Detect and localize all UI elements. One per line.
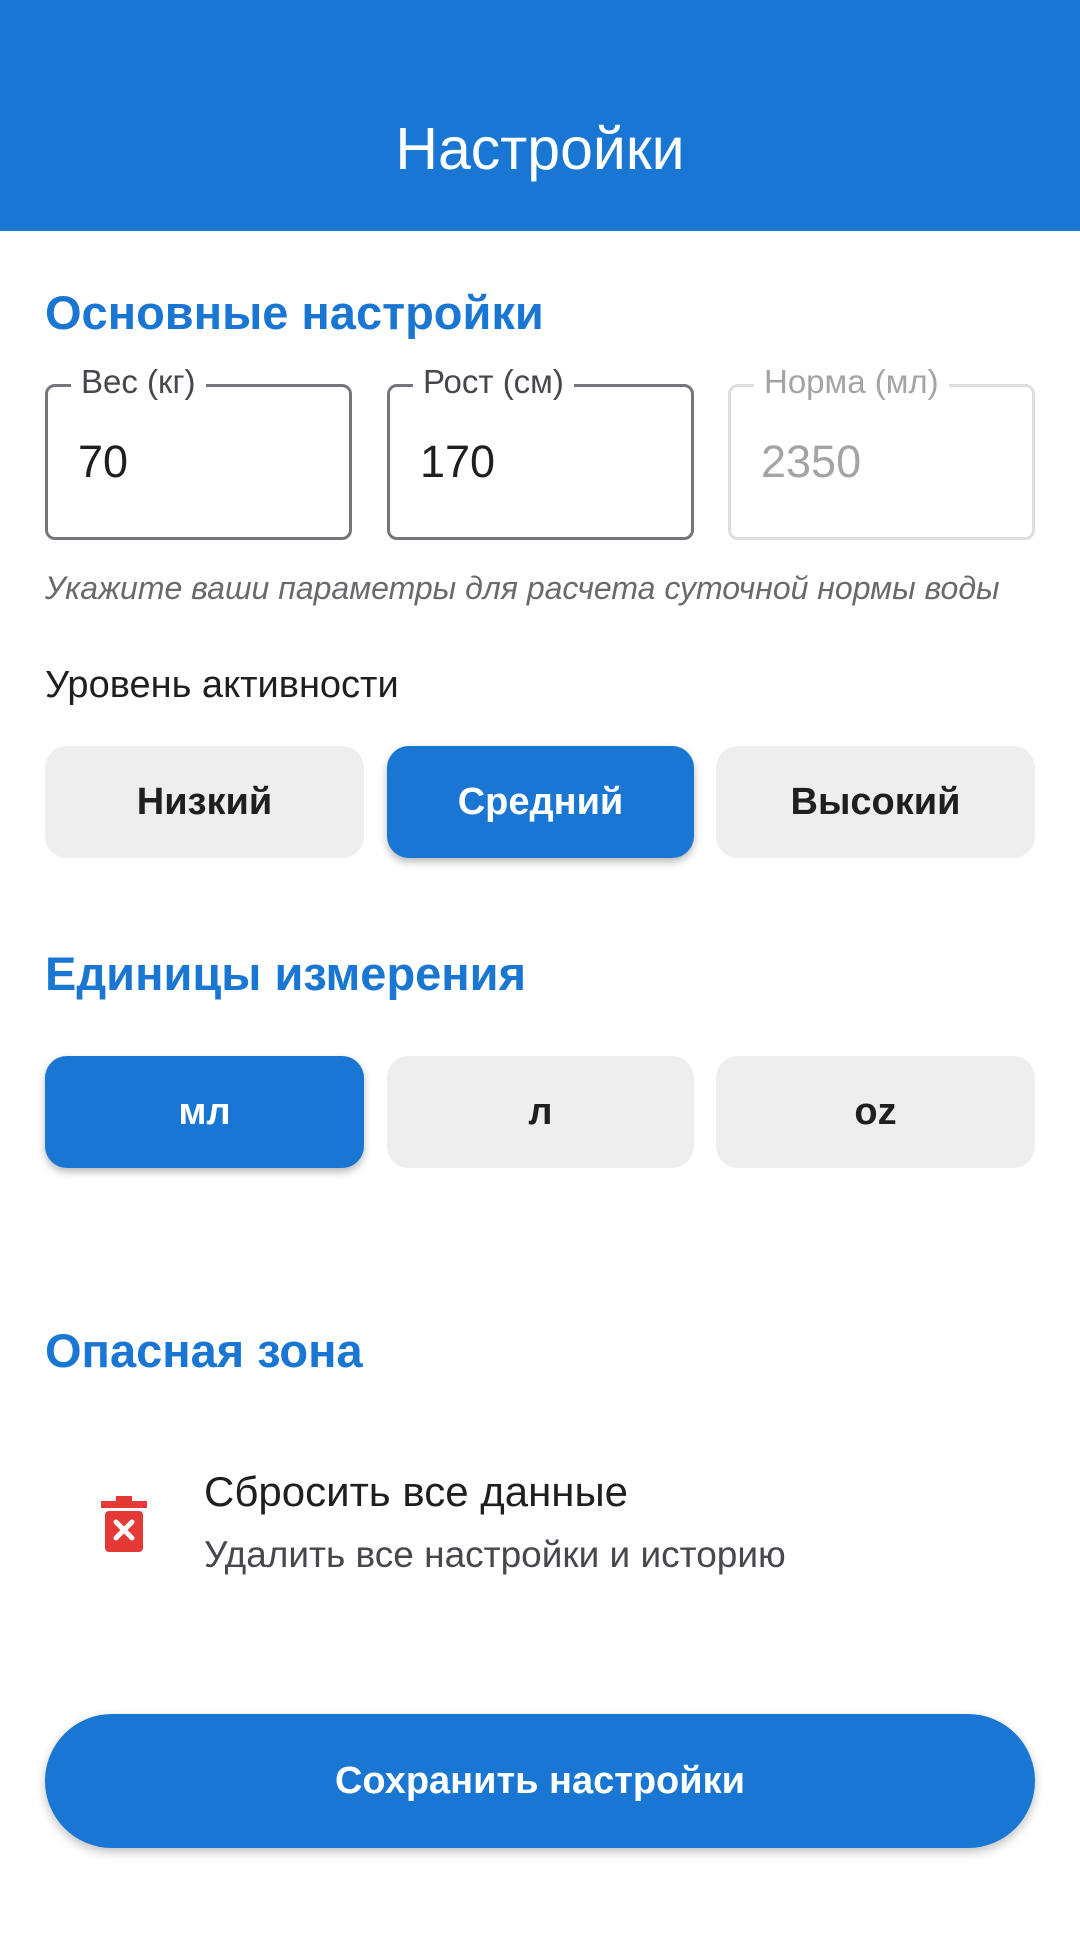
weight-field[interactable]: Вес (кг) 70 (45, 360, 352, 540)
unit-l-button[interactable]: л (387, 1056, 694, 1168)
section-title-units: Единицы измерения (45, 947, 526, 1000)
save-settings-button[interactable]: Сохранить настройки (45, 1714, 1035, 1848)
activity-level-label: Уровень активности (45, 664, 399, 706)
page-title: Настройки (395, 116, 685, 182)
height-field-label: Рост (см) (413, 360, 574, 404)
activity-medium-button[interactable]: Средний (387, 746, 694, 858)
unit-oz-button[interactable]: oz (716, 1056, 1035, 1168)
section-title-danger: Опасная зона (45, 1324, 363, 1377)
weight-field-value[interactable]: 70 (78, 434, 128, 490)
activity-high-button[interactable]: Высокий (716, 746, 1035, 858)
height-field-value[interactable]: 170 (420, 434, 495, 490)
app-bar: Настройки (0, 0, 1080, 231)
daily-norm-field: Норма (мл) 2350 (728, 360, 1035, 540)
weight-field-label: Вес (кг) (71, 360, 206, 404)
unit-ml-button[interactable]: мл (45, 1056, 364, 1168)
activity-low-button[interactable]: Низкий (45, 746, 364, 858)
reset-data-title: Сбросить все данные (204, 1468, 629, 1515)
reset-data-subtitle: Удалить все настройки и историю (204, 1534, 786, 1575)
height-field[interactable]: Рост (см) 170 (387, 360, 694, 540)
trash-icon (101, 1496, 147, 1552)
daily-norm-field-value: 2350 (761, 436, 862, 487)
daily-norm-field-label: Норма (мл) (754, 360, 949, 404)
section-title-basic: Основные настройки (45, 286, 544, 339)
reset-data-item[interactable]: Сбросить все данные Удалить все настройк… (45, 1440, 1035, 1600)
helper-text: Укажите ваши параметры для расчета суточ… (45, 570, 1000, 606)
